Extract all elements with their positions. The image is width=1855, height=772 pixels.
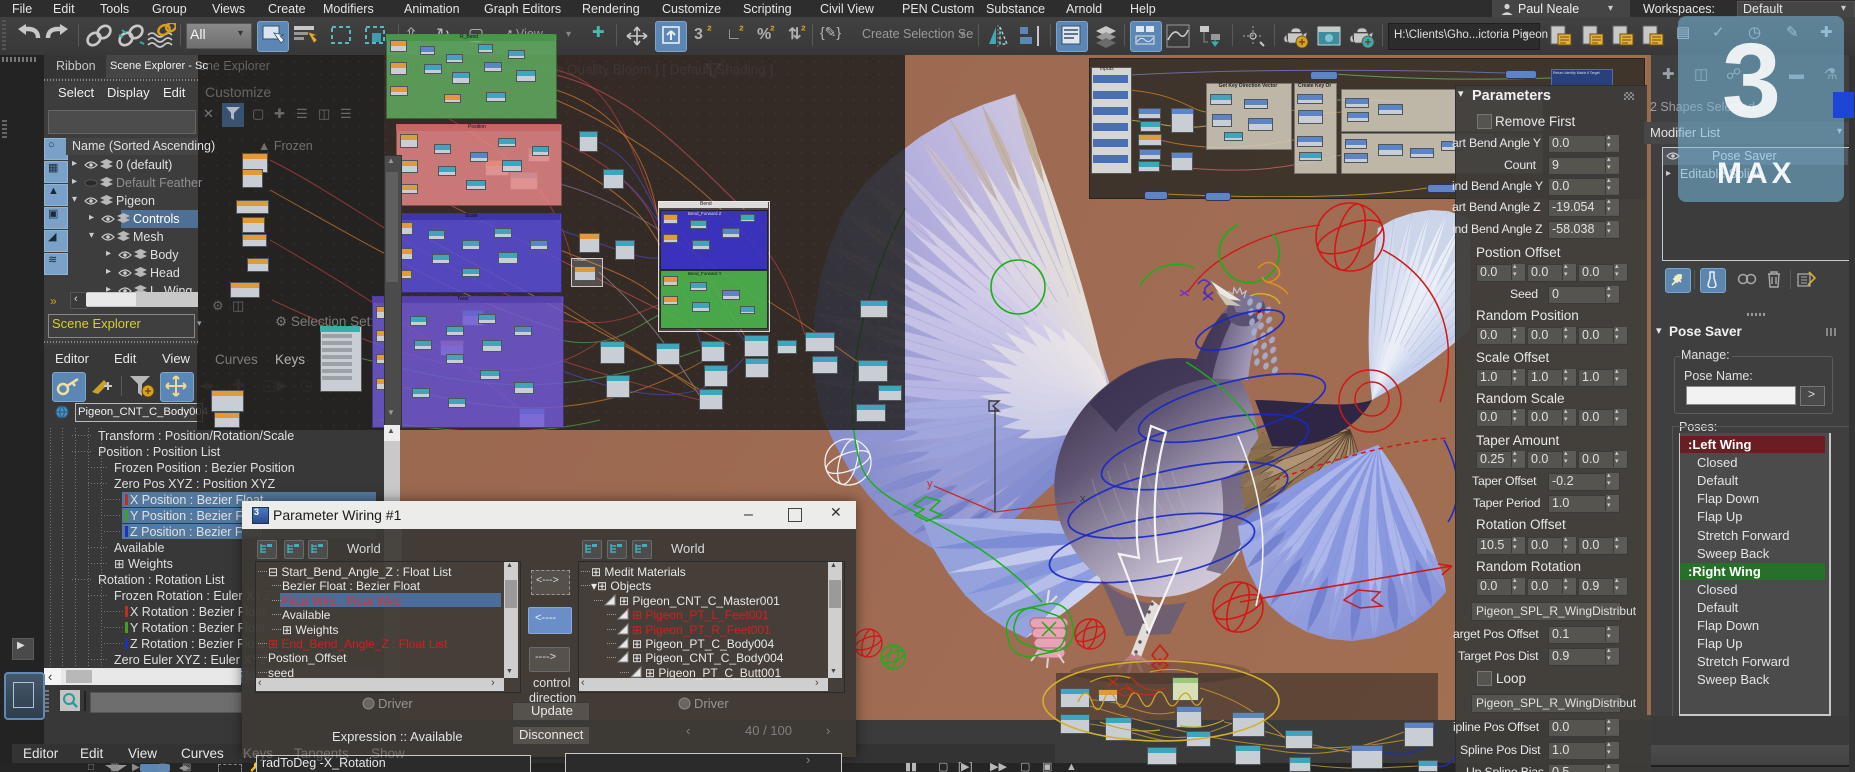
svg-text:x: x (1080, 493, 1086, 505)
svg-text:y: y (927, 478, 933, 490)
